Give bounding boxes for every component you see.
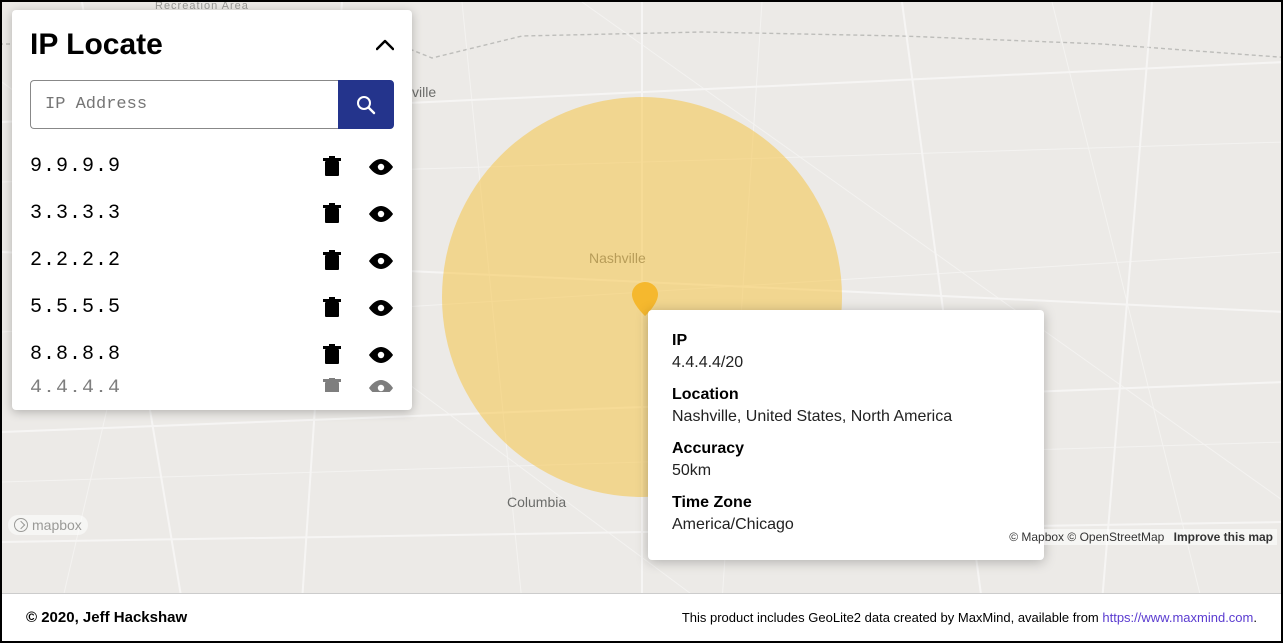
attribution-osm[interactable]: © OpenStreetMap — [1067, 530, 1164, 544]
trash-icon — [322, 344, 342, 366]
trash-icon — [322, 203, 342, 225]
trash-icon — [322, 156, 342, 178]
list-item: 4.4.4.4 — [30, 378, 394, 392]
popup-accuracy-value: 50km — [672, 462, 1020, 480]
location-info-popup: IP 4.4.4.4/20 Location Nashville, United… — [648, 310, 1044, 560]
eye-icon — [368, 380, 394, 392]
footer-geolite-notice: This product includes GeoLite2 data crea… — [682, 610, 1257, 625]
mapbox-logo[interactable]: mapbox — [8, 515, 88, 537]
attribution-mapbox[interactable]: © Mapbox — [1009, 530, 1064, 544]
ip-history-list: 9.9.9.9 3.3.3.3 2.2.2.2 — [30, 143, 394, 392]
mapbox-logo-icon — [14, 518, 28, 532]
ip-text: 9.9.9.9 — [30, 155, 121, 178]
delete-button[interactable] — [322, 297, 342, 319]
collapse-panel-button[interactable] — [376, 35, 394, 56]
view-button[interactable] — [368, 380, 394, 392]
list-item: 2.2.2.2 — [30, 237, 394, 284]
search-button[interactable] — [338, 80, 394, 129]
popup-ip-label: IP — [672, 332, 1020, 350]
city-label-fragment: ville — [412, 84, 436, 100]
delete-button[interactable] — [322, 203, 342, 225]
list-item: 3.3.3.3 — [30, 190, 394, 237]
map-attribution: © Mapbox © OpenStreetMap Improve this ma… — [1005, 529, 1277, 545]
view-button[interactable] — [368, 347, 394, 363]
delete-button[interactable] — [322, 250, 342, 272]
ip-text: 3.3.3.3 — [30, 202, 121, 225]
mapbox-logo-text: mapbox — [32, 517, 82, 533]
ip-text: 5.5.5.5 — [30, 296, 121, 319]
eye-icon — [368, 206, 394, 222]
view-button[interactable] — [368, 253, 394, 269]
delete-button[interactable] — [322, 378, 342, 392]
view-button[interactable] — [368, 206, 394, 222]
chevron-up-icon — [376, 39, 394, 51]
panel-title: IP Locate — [30, 28, 163, 62]
map[interactable]: Recreation Area ville Nashville Columbia… — [2, 2, 1281, 593]
popup-location-label: Location — [672, 386, 1020, 404]
improve-map-link[interactable]: Improve this map — [1174, 530, 1273, 544]
city-label-columbia: Columbia — [507, 494, 566, 510]
eye-icon — [368, 300, 394, 316]
footer-period: . — [1253, 610, 1257, 625]
footer-geolite-prefix: This product includes GeoLite2 data crea… — [682, 610, 1103, 625]
view-button[interactable] — [368, 300, 394, 316]
trash-icon — [322, 378, 342, 392]
footer-copyright: © 2020, Jeff Hackshaw — [26, 609, 187, 626]
eye-icon — [368, 253, 394, 269]
popup-accuracy-label: Accuracy — [672, 440, 1020, 458]
ip-text: 2.2.2.2 — [30, 249, 121, 272]
ip-locate-panel: IP Locate 9.9.9.9 — [12, 10, 412, 410]
ip-address-input[interactable] — [30, 80, 338, 129]
eye-icon — [368, 159, 394, 175]
popup-timezone-value: America/Chicago — [672, 516, 1020, 534]
delete-button[interactable] — [322, 344, 342, 366]
list-item: 9.9.9.9 — [30, 143, 394, 190]
view-button[interactable] — [368, 159, 394, 175]
trash-icon — [322, 250, 342, 272]
search-icon — [356, 95, 376, 115]
maxmind-link[interactable]: https://www.maxmind.com — [1102, 610, 1253, 625]
list-item: 8.8.8.8 — [30, 331, 394, 378]
delete-button[interactable] — [322, 156, 342, 178]
ip-text: 4.4.4.4 — [30, 378, 121, 392]
ip-text: 8.8.8.8 — [30, 343, 121, 366]
popup-ip-value: 4.4.4.4/20 — [672, 354, 1020, 372]
list-item: 5.5.5.5 — [30, 284, 394, 331]
eye-icon — [368, 347, 394, 363]
footer: © 2020, Jeff Hackshaw This product inclu… — [2, 593, 1281, 641]
popup-timezone-label: Time Zone — [672, 494, 1020, 512]
popup-location-value: Nashville, United States, North America — [672, 408, 1020, 426]
trash-icon — [322, 297, 342, 319]
